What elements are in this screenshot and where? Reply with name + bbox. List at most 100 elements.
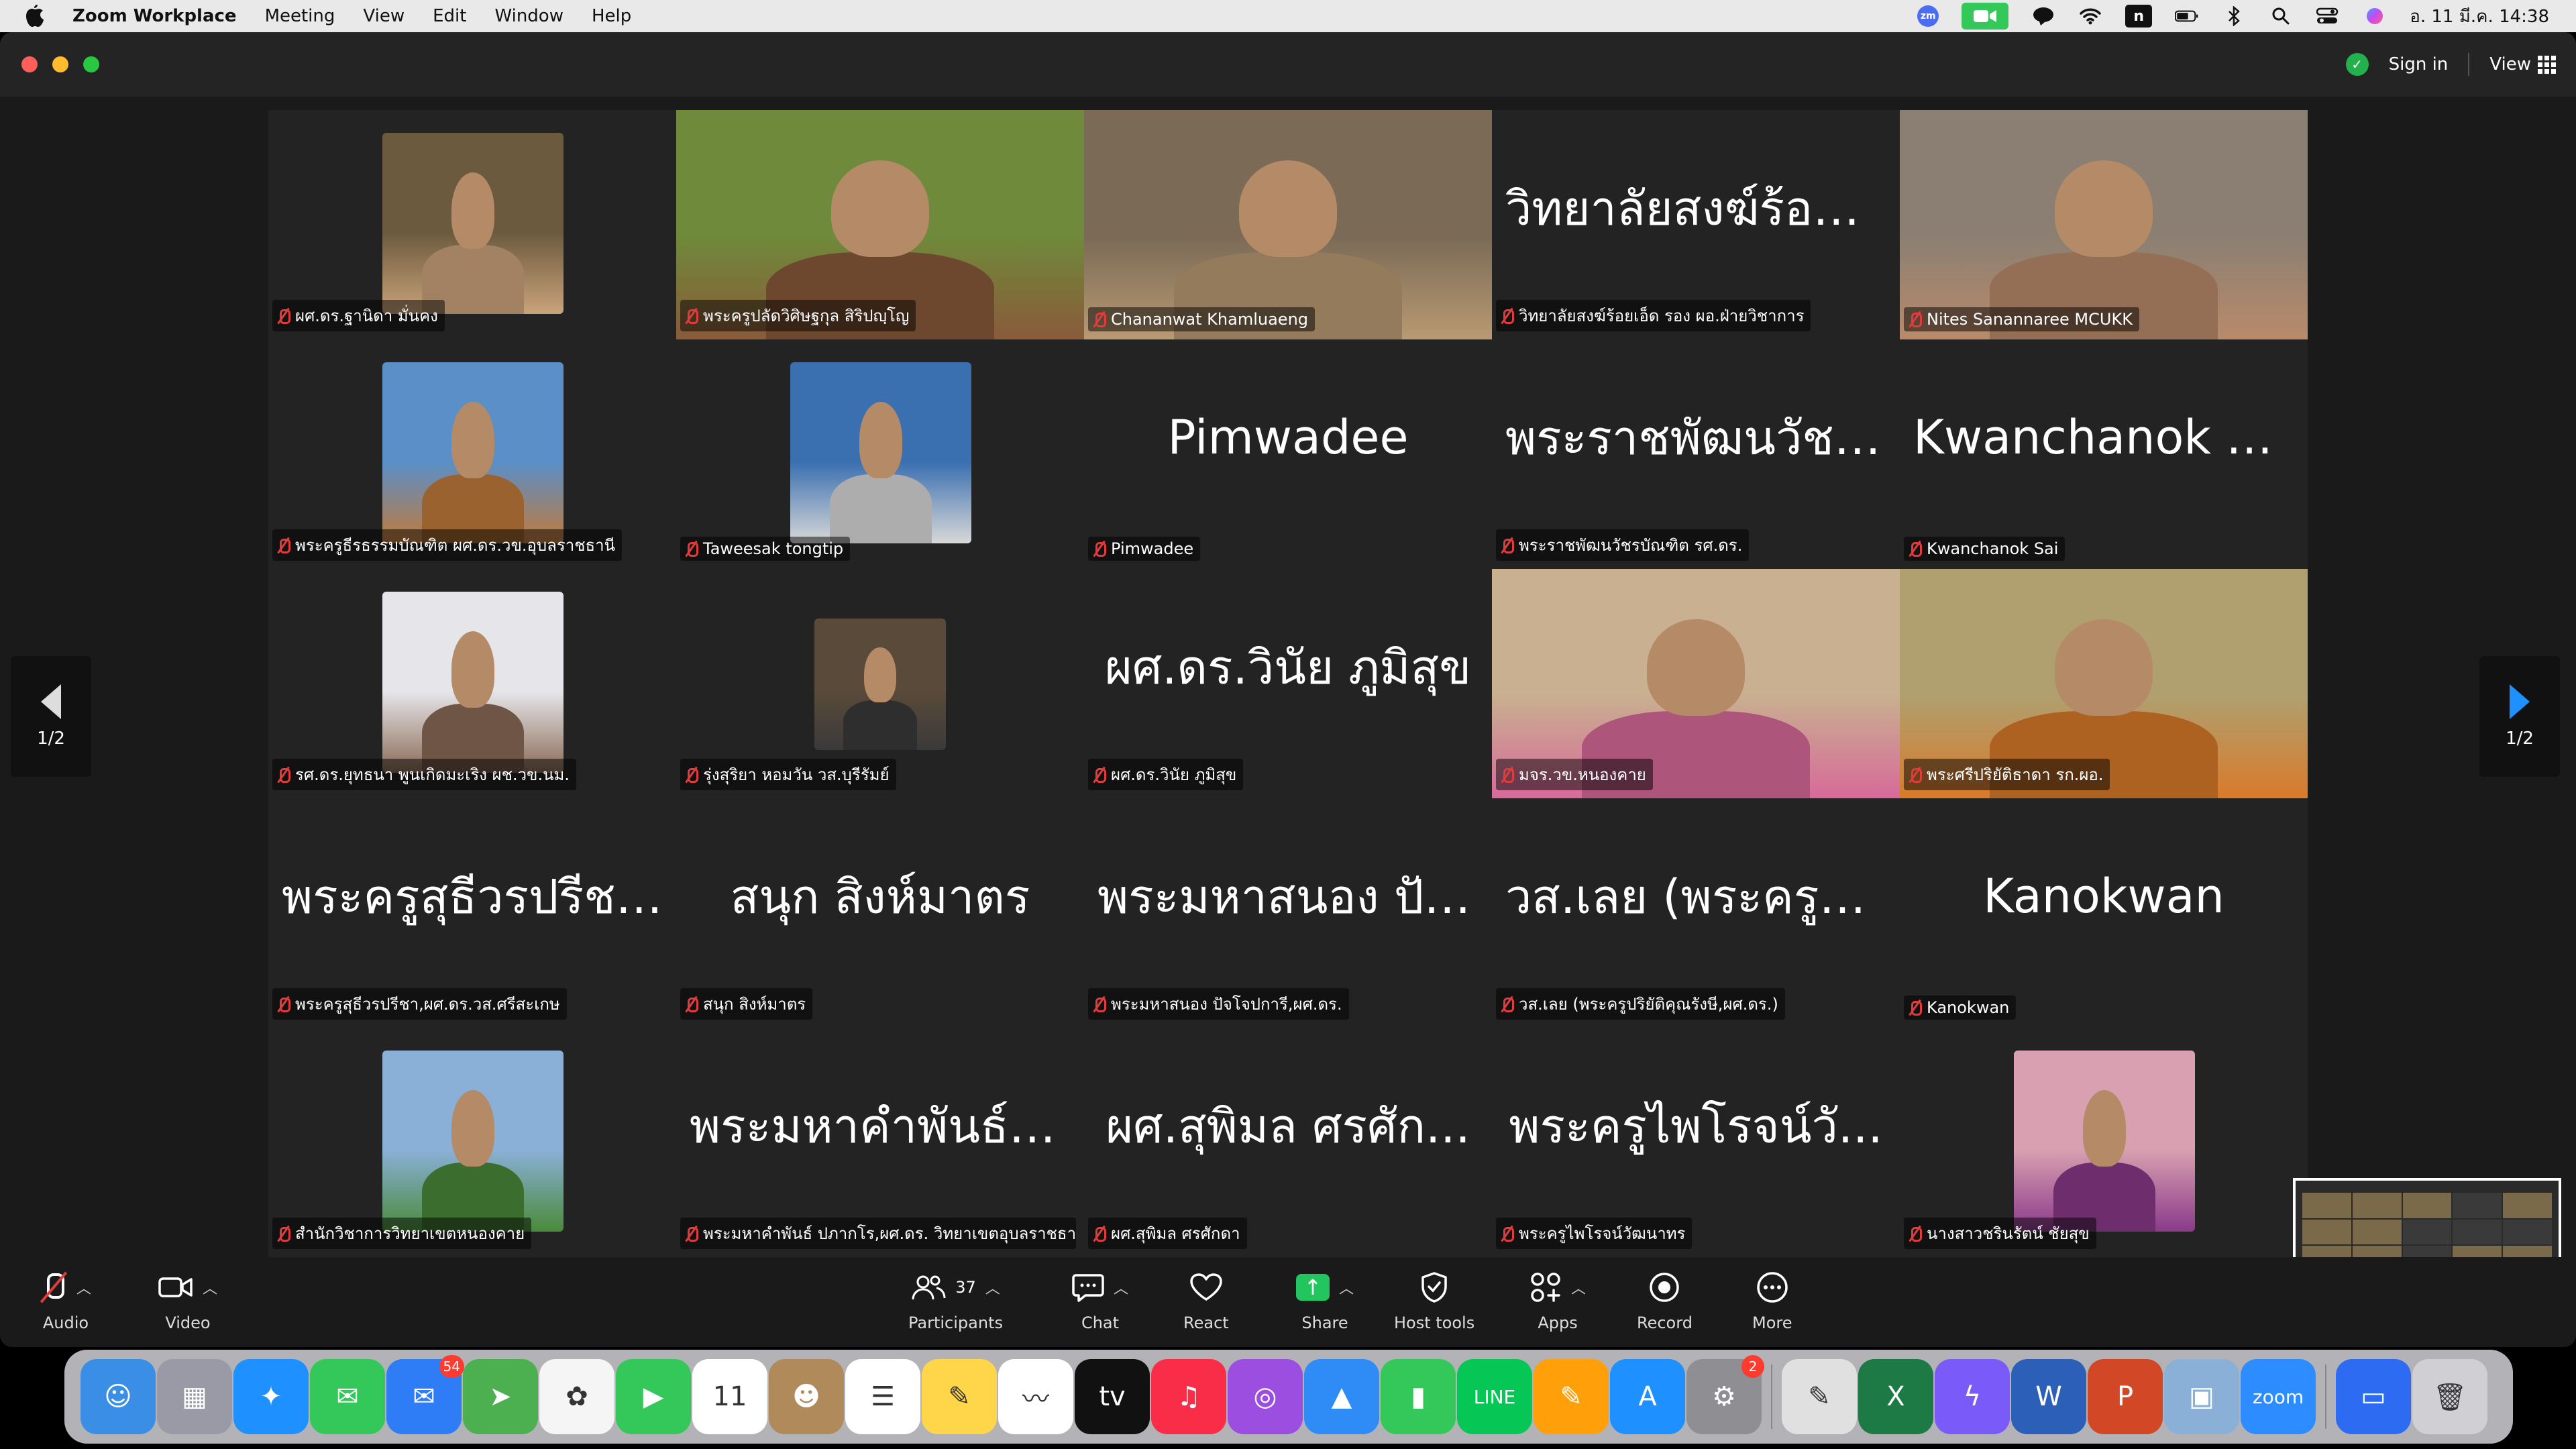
- apps-options-caret-icon[interactable]: ︿: [1571, 1277, 1586, 1298]
- record-button[interactable]: Record: [1637, 1269, 1693, 1332]
- dock-app-pages-icon[interactable]: ✎: [1534, 1359, 1609, 1434]
- dock-app-app-store-icon[interactable]: A: [1610, 1359, 1685, 1434]
- dock-app-maps-icon[interactable]: ➤: [463, 1359, 538, 1434]
- participant-tile[interactable]: รุ่งสุริยา หอมวัน วส.บุรีรัมย์: [676, 569, 1084, 798]
- dock-app-messages-icon[interactable]: ✉: [310, 1359, 385, 1434]
- host-tools-button[interactable]: Host tools: [1394, 1269, 1474, 1332]
- video-button[interactable]: ︿ Video: [158, 1269, 217, 1332]
- line-icon[interactable]: [2031, 6, 2055, 26]
- dock-app-calendar-icon[interactable]: 11: [692, 1359, 767, 1434]
- dock-app-powerpoint-icon[interactable]: P: [2088, 1359, 2163, 1434]
- siri-icon[interactable]: [2363, 6, 2387, 26]
- zoom-icon[interactable]: zm: [1917, 5, 1939, 27]
- dock-app-podcasts-icon[interactable]: ◎: [1228, 1359, 1303, 1434]
- participant-name-label: พระศรีปริยัติธาดา รก.ผอ.: [1904, 759, 2110, 790]
- participant-tile[interactable]: พระราชพัฒนวัชร... พระราชพัฒนวัชรบัณฑิต รศ…: [1492, 339, 1900, 569]
- previous-page-button[interactable]: 1/2: [11, 656, 91, 777]
- dock-app-numbers-icon[interactable]: ▮: [1381, 1359, 1456, 1434]
- dock-app-finder-icon[interactable]: ☺: [80, 1359, 156, 1434]
- participant-tile[interactable]: ผศ.ดร.ฐานิดา มั่นคง: [268, 110, 676, 339]
- dock-app-script-editor-icon[interactable]: ✎: [1782, 1359, 1857, 1434]
- participant-tile[interactable]: ผศ.สุพิมล ศรศัก... ผศ.สุพิมล ศรศักดา: [1084, 1028, 1492, 1257]
- encryption-shield-icon[interactable]: ✓: [2345, 53, 2369, 76]
- participants-button[interactable]: 37 ︿ Participants: [908, 1269, 1003, 1332]
- next-page-button[interactable]: 1/2: [2479, 656, 2560, 777]
- participant-tile[interactable]: รศ.ดร.ยุทธนา พูนเกิดมะเริง ผช.วข.นม.: [268, 569, 676, 798]
- participant-tile[interactable]: พระมหาคำพันธ์ ป... พระมหาคำพันธ์ ปภากโร,ผ…: [676, 1028, 1084, 1257]
- react-button[interactable]: React: [1183, 1269, 1229, 1332]
- dock-app-preview-icon[interactable]: ▣: [2164, 1359, 2239, 1434]
- apple-icon[interactable]: [25, 5, 52, 28]
- participant-tile[interactable]: ผศ.ดร.วินัย ภูมิสุข ผศ.ดร.วินัย ภูมิสุข: [1084, 569, 1492, 798]
- participant-tile[interactable]: วส.เลย (พระครูปริ... วส.เลย (พระครูปริยัต…: [1492, 798, 1900, 1028]
- participant-tile[interactable]: วิทยาลัยสงฆ์ร้อยเ... วิทยาลัยสงฆ์ร้อยเอ็ด…: [1492, 110, 1900, 339]
- participant-tile[interactable]: พระศรีปริยัติธาดา รก.ผอ.: [1900, 569, 2308, 798]
- participant-tile[interactable]: สำนักวิชาการวิทยาเขตหนองคาย: [268, 1028, 676, 1257]
- participant-tile[interactable]: พระครูไพโรจน์วั... พระครูไพโรจน์วัฒนาทร: [1492, 1028, 1900, 1257]
- dock-app-facetime-icon[interactable]: ▶: [616, 1359, 691, 1434]
- dock-app-keynote-icon[interactable]: ▲: [1304, 1359, 1379, 1434]
- dock-app-word-icon[interactable]: W: [2011, 1359, 2086, 1434]
- battery-icon[interactable]: [2175, 6, 2199, 26]
- dock-app-safari-icon[interactable]: ✦: [233, 1359, 309, 1434]
- chat-button[interactable]: ︿ Chat: [1072, 1269, 1128, 1332]
- participant-tile[interactable]: Chananwat Khamluaeng: [1084, 110, 1492, 339]
- control-center-icon[interactable]: [2316, 6, 2340, 26]
- share-button[interactable]: ↑ ︿ Share: [1296, 1269, 1354, 1332]
- dock-app-messenger-icon[interactable]: ϟ: [1935, 1359, 2010, 1434]
- menu-help[interactable]: Help: [592, 6, 631, 26]
- audio-button[interactable]: ︿ Audio: [40, 1269, 91, 1332]
- apps-button[interactable]: ︿ Apps: [1529, 1269, 1586, 1332]
- fullscreen-window-button[interactable]: [83, 56, 99, 72]
- participant-tile[interactable]: นางสาวชรินรัตน์ ชัยสุข: [1900, 1028, 2308, 1257]
- participant-tile[interactable]: สนุก สิงห์มาตร สนุก สิงห์มาตร: [676, 798, 1084, 1028]
- dock-app-apple-tv-icon[interactable]: tv: [1075, 1359, 1150, 1434]
- dock-app-excel-icon[interactable]: X: [1858, 1359, 1933, 1434]
- menu-window[interactable]: Window: [494, 6, 564, 26]
- video-options-caret-icon[interactable]: ︿: [203, 1277, 217, 1298]
- participant-tile[interactable]: Kwanchanok Sai Kwanchanok Sai: [1900, 339, 2308, 569]
- participant-tile[interactable]: Nites Sanannaree MCUKK: [1900, 110, 2308, 339]
- dock-app-system-settings-icon[interactable]: ⚙ 2: [1686, 1355, 1764, 1434]
- participant-tile[interactable]: พระมหาสนอง ปัจ... พระมหาสนอง ปัจโจปการี,ผ…: [1084, 798, 1492, 1028]
- participants-options-caret-icon[interactable]: ︿: [985, 1277, 1000, 1298]
- view-button[interactable]: View: [2489, 54, 2556, 74]
- close-window-button[interactable]: [21, 56, 38, 72]
- wifi-icon[interactable]: [2078, 6, 2102, 26]
- dock-app-contacts-icon[interactable]: ☻: [769, 1359, 844, 1434]
- dock-app-notes-icon[interactable]: ✎: [922, 1359, 997, 1434]
- menu-edit[interactable]: Edit: [433, 6, 466, 26]
- dock-app-music-icon[interactable]: ♫: [1151, 1359, 1226, 1434]
- participant-tile[interactable]: Kanokwan Kanokwan: [1900, 798, 2308, 1028]
- dock-app-trash-icon[interactable]: 🗑: [2412, 1359, 2487, 1434]
- participant-tile[interactable]: มจร.วข.หนองคาย: [1492, 569, 1900, 798]
- dock-app-reminders-icon[interactable]: ☰: [845, 1359, 920, 1434]
- participant-tile[interactable]: พระครูสุธีวรปรีชา... พระครูสุธีวรปรีชา,ผศ…: [268, 798, 676, 1028]
- dock-app-mail-icon[interactable]: ✉ 54: [386, 1355, 464, 1434]
- camera-icon[interactable]: [1962, 3, 2009, 30]
- participant-tile[interactable]: พระครูปลัดวิศิษฐกุล สิริปญฺโญ: [676, 110, 1084, 339]
- menu-meeting[interactable]: Meeting: [265, 6, 335, 26]
- sign-in-button[interactable]: Sign in: [2389, 54, 2449, 74]
- dock-app-line-icon[interactable]: LINE: [1457, 1359, 1532, 1434]
- dock-app-zoom-meeting-icon[interactable]: ▭: [2336, 1359, 2411, 1434]
- participant-tile[interactable]: Taweesak tongtip: [676, 339, 1084, 569]
- menu-bar-clock[interactable]: อ. 11 มี.ค. 14:38: [2410, 3, 2549, 30]
- search-icon[interactable]: [2269, 6, 2293, 26]
- participant-tile[interactable]: Pimwadee Pimwadee: [1084, 339, 1492, 569]
- dock-app-launchpad-icon[interactable]: ▦: [157, 1359, 232, 1434]
- minimize-window-button[interactable]: [52, 56, 68, 72]
- dock-app-freeform-icon[interactable]: 〰: [998, 1359, 1073, 1434]
- chat-options-caret-icon[interactable]: ︿: [1114, 1277, 1128, 1298]
- participant-display-name-text: Pimwadee: [1167, 410, 1409, 465]
- participant-tile[interactable]: พระครูธีรธรรมบัณฑิต ผศ.ดร.วข.อุบลราชธานี: [268, 339, 676, 569]
- share-options-caret-icon[interactable]: ︿: [1339, 1277, 1354, 1298]
- n-icon[interactable]: n: [2125, 5, 2153, 28]
- audio-options-caret-icon[interactable]: ︿: [76, 1277, 91, 1298]
- menu-app-name[interactable]: Zoom Workplace: [72, 6, 237, 26]
- dock-app-photos-icon[interactable]: ✿: [539, 1359, 614, 1434]
- dock-app-zoom-icon[interactable]: zoom: [2241, 1359, 2316, 1434]
- more-button[interactable]: More: [1752, 1269, 1792, 1332]
- bluetooth-icon[interactable]: [2222, 6, 2246, 26]
- menu-view[interactable]: View: [363, 6, 405, 26]
